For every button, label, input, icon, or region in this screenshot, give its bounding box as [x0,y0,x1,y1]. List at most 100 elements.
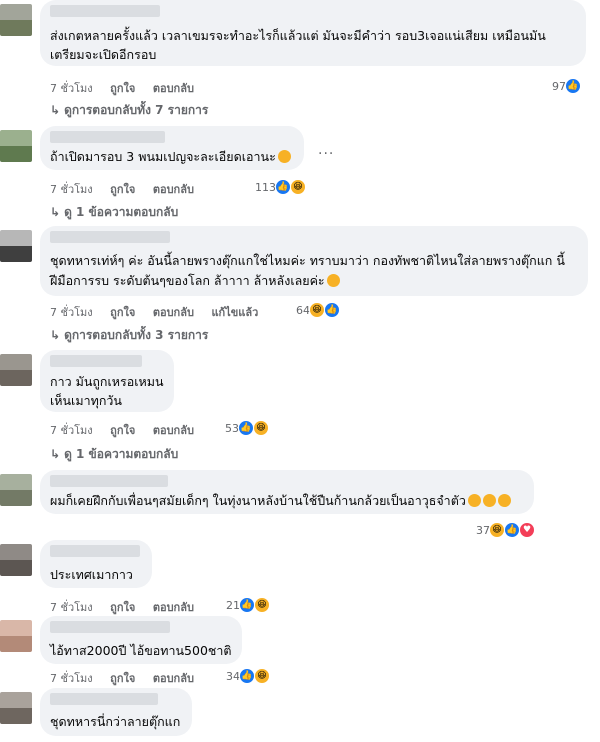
commenter-name[interactable] [50,545,140,557]
laughing-emoji-icon [482,494,496,507]
avatar[interactable] [0,354,32,386]
haha-reaction-icon: 😆 [254,597,270,613]
like-button[interactable]: ถูกใจ [110,306,135,319]
commenter-name[interactable] [50,5,160,17]
like-reaction-icon: 👍 [238,420,254,436]
comment-text-line-1: กาว มันถูกเหรอเหมน [50,374,164,389]
avatar[interactable] [0,692,32,724]
comment-bubble: ไอ้ทาส2000ปี ไอ้ขอทาน500ชาติ [40,616,242,664]
like-button[interactable]: ถูกใจ [110,183,135,196]
commenter-name[interactable] [50,355,142,367]
comment-bubble: ประเทศเมากาว [40,540,152,588]
reply-arrow-icon: ↳ [50,103,61,117]
like-reaction-icon: 👍 [239,668,255,684]
view-replies-link[interactable]: ↳ ดูการตอบกลับทั้ง 7 รายการ [50,101,208,120]
comment-actions: 7 ชั่วโมง ถูกใจ ตอบกลับ แก้ไขแล้ว [50,303,272,321]
reaction-count: 37 [476,523,490,537]
avatar[interactable] [0,4,32,36]
reaction-count: 64 [296,303,310,317]
reply-button[interactable]: ตอบกลับ [153,601,194,614]
haha-reaction-icon: 😆 [309,302,325,318]
comment-actions: 7 ชั่วโมง ถูกใจ ตอบกลับ [50,598,208,616]
comment-text-line-2: เตรียมจะเปิดอีกรอบ [50,47,157,62]
reaction-count: 34 [226,669,240,683]
like-reaction-icon: 👍 [324,302,340,318]
reaction-summary[interactable]: 64 😆 👍 [296,302,340,318]
reply-button[interactable]: ตอบกลับ [153,306,194,319]
comment-text-line-1: ชุดทหารเท่ห์ๆ ค่ะ อันนี้ลายพรางตุ๊กแกใช่… [50,253,565,268]
comment-bubble: ชุดทหารนี่กว่าลายตุ๊กแก [40,688,192,736]
avatar[interactable] [0,230,32,262]
view-replies-link[interactable]: ↳ ดู 1 ข้อความตอบกลับ [50,445,178,464]
love-reaction-icon: ♥ [519,522,535,538]
reaction-count: 53 [225,421,239,435]
comment-actions: 7 ชั่วโมง ถูกใจ ตอบกลับ [50,669,208,687]
like-button[interactable]: ถูกใจ [110,82,135,95]
timestamp[interactable]: 7 ชั่วโมง [50,672,93,685]
comment-text-line-2: เห็นเมาทุกวัน [50,393,122,408]
reply-button[interactable]: ตอบกลับ [153,183,194,196]
avatar[interactable] [0,620,32,652]
reaction-summary[interactable]: 113 👍 😆 [255,179,306,195]
like-button[interactable]: ถูกใจ [110,672,135,685]
reaction-summary[interactable]: 97 👍 [552,78,581,94]
reply-button[interactable]: ตอบกลับ [153,424,194,437]
like-button[interactable]: ถูกใจ [110,424,135,437]
reaction-count: 113 [255,180,276,194]
commenter-name[interactable] [50,693,158,705]
like-reaction-icon: 👍 [239,597,255,613]
haha-reaction-icon: 😆 [254,668,270,684]
comment-text: ถ้าเปิดมารอบ 3 พนมเปญจะละเอียดเอานะ [50,149,276,164]
commenter-name[interactable] [50,621,170,633]
laughing-emoji-icon [467,494,481,507]
comment-text-line-1: ผมก็เคยฝึกกับเพื่อนๆสมัยเด็กๆ ในทุ่งนาหล… [50,491,511,510]
avatar[interactable] [0,544,32,576]
view-replies-label: ดูการตอบกลับทั้ง 7 รายการ [64,103,209,117]
like-reaction-icon: 👍 [565,78,581,94]
haha-reaction-icon: 😆 [489,522,505,538]
more-options-icon[interactable]: ··· [318,146,334,162]
comment-actions: 7 ชั่วโมง ถูกใจ ตอบกลับ [50,79,208,97]
reaction-summary[interactable]: 21 👍 😆 [226,597,270,613]
view-replies-label: ดูการตอบกลับทั้ง 3 รายการ [64,328,209,342]
timestamp[interactable]: 7 ชั่วโมง [50,601,93,614]
comment-actions: 7 ชั่วโมง ถูกใจ ตอบกลับ [50,421,208,439]
reply-button[interactable]: ตอบกลับ [153,82,194,95]
commenter-name[interactable] [50,131,165,143]
laughing-emoji-icon [497,494,511,507]
avatar[interactable] [0,130,32,162]
like-button[interactable]: ถูกใจ [110,601,135,614]
comment-bubble: ชุดทหารเท่ห์ๆ ค่ะ อันนี้ลายพรางตุ๊กแกใช่… [40,226,588,296]
reaction-summary[interactable]: 34 👍 😆 [226,668,270,684]
comment-text-line-1: ประเทศเมากาว [50,567,133,582]
timestamp[interactable]: 7 ชั่วโมง [50,306,93,319]
timestamp[interactable]: 7 ชั่วโมง [50,424,93,437]
comment-text: ฝีมือการรบ ระดับต้นๆของโลก ล้าาาา ล้าหลั… [50,273,325,288]
timestamp[interactable]: 7 ชั่วโมง [50,183,93,196]
comment-text-line-1: ชุดทหารนี่กว่าลายตุ๊กแก [50,714,181,729]
reply-button[interactable]: ตอบกลับ [153,672,194,685]
comment-text-line-2: ฝีมือการรบ ระดับต้นๆของโลก ล้าาาา ล้าหลั… [50,271,340,290]
comment-bubble: ผมก็เคยฝึกกับเพื่อนๆสมัยเด็กๆ ในทุ่งนาหล… [40,470,534,514]
commenter-name[interactable] [50,231,170,243]
comment-text-line-1: ส่งเกตหลายครั้งแล้ว เวลาเขมรจะทำอะไรก็แล… [50,28,546,43]
commenter-name[interactable] [50,475,168,487]
laughing-emoji-icon [277,150,291,163]
comment-text-line-1: ถ้าเปิดมารอบ 3 พนมเปญจะละเอียดเอานะ [50,147,291,166]
comment-bubble: กาว มันถูกเหรอเหมน เห็นเมาทุกวัน [40,350,174,412]
view-replies-link[interactable]: ↳ ดูการตอบกลับทั้ง 3 รายการ [50,326,208,345]
reaction-count: 97 [552,79,566,93]
laughing-emoji-icon [326,274,340,287]
haha-reaction-icon: 😆 [253,420,269,436]
view-replies-label: ดู 1 ข้อความตอบกลับ [64,447,179,461]
comment-text: ผมก็เคยฝึกกับเพื่อนๆสมัยเด็กๆ ในทุ่งนาหล… [50,493,466,508]
like-reaction-icon: 👍 [504,522,520,538]
reaction-summary[interactable]: 53 👍 😆 [225,420,269,436]
reaction-summary[interactable]: 37 😆 👍 ♥ [476,522,535,538]
avatar[interactable] [0,474,32,506]
view-replies-link[interactable]: ↳ ดู 1 ข้อความตอบกลับ [50,203,178,222]
timestamp[interactable]: 7 ชั่วโมง [50,82,93,95]
haha-reaction-icon: 😆 [290,179,306,195]
edited-label[interactable]: แก้ไขแล้ว [211,306,258,319]
comment-bubble: ส่งเกตหลายครั้งแล้ว เวลาเขมรจะทำอะไรก็แล… [40,0,586,66]
